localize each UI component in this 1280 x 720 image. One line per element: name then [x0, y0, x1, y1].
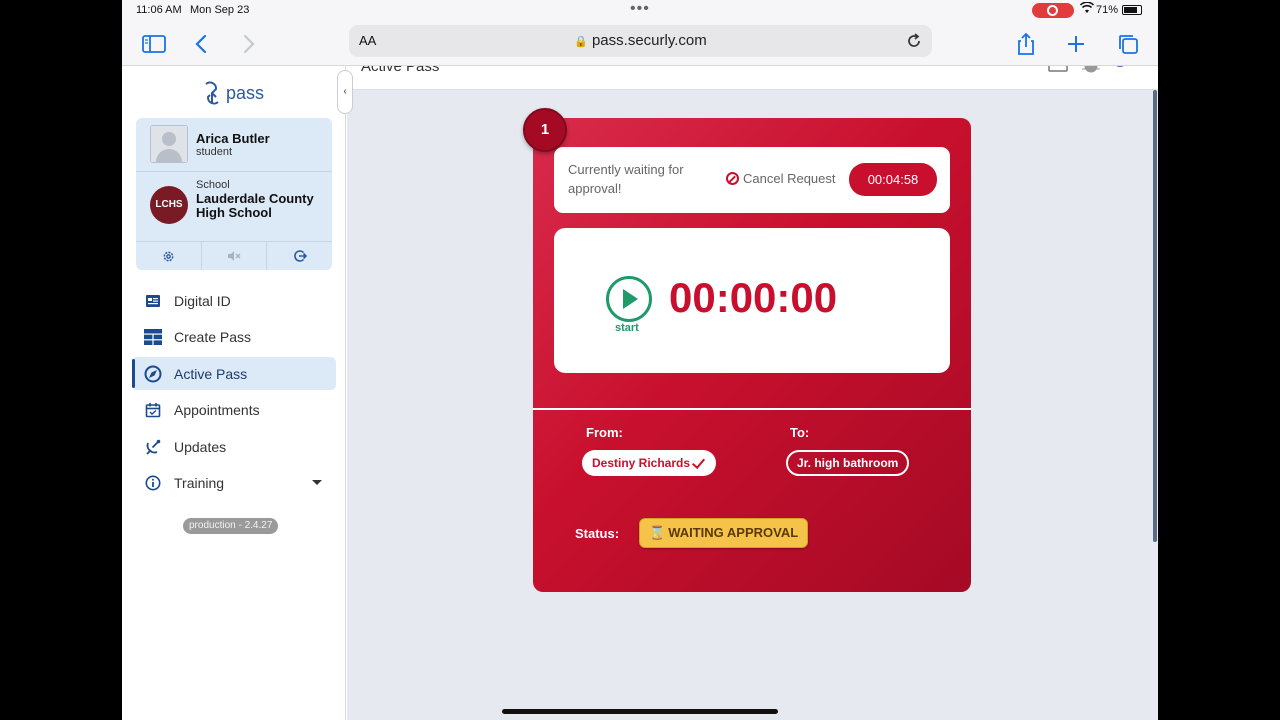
browser-toolbar: AA 🔒 pass.securly.com	[122, 22, 1158, 66]
tabs-overview-icon[interactable]	[1114, 30, 1142, 58]
calendar-icon	[144, 401, 162, 419]
satellite-icon	[144, 438, 162, 456]
ipad-screen: 11:06 AM Mon Sep 23 ••• 71% AA 🔒 pass.sec…	[122, 0, 1158, 720]
wifi-icon	[1079, 1, 1095, 17]
reload-icon[interactable]	[904, 31, 924, 51]
status-value: WAITING APPROVAL	[668, 525, 799, 540]
chevron-down-icon[interactable]	[312, 479, 322, 485]
sidebar-item-label: Appointments	[174, 402, 260, 418]
sidebar-nav: Digital ID Create Pass Active Pass Appoi…	[132, 284, 336, 503]
main-content: Active Pass 1 Currently waiting for appr…	[347, 66, 1158, 720]
active-pass-card: 1 Currently waiting for approval! Cancel…	[523, 108, 971, 592]
waiting-text: Currently waiting for approval!	[568, 162, 684, 196]
help-icon[interactable]	[1113, 66, 1127, 67]
gear-icon	[163, 251, 174, 261]
new-tab-icon[interactable]	[1062, 30, 1090, 58]
grid-icon	[144, 328, 162, 346]
bell-icon[interactable]	[1082, 66, 1100, 73]
forward-icon[interactable]	[234, 30, 262, 58]
sidebar: pass ‹ Arica Butler student LCHS School …	[122, 66, 353, 720]
user-name: Arica Butler	[196, 131, 270, 146]
pass-logo-icon	[205, 81, 219, 105]
checkmark-icon	[691, 454, 706, 469]
card-divider	[533, 408, 971, 410]
url-value: pass.securly.com	[591, 32, 707, 49]
pass-logo[interactable]: pass	[202, 80, 264, 106]
battery-percent: 71%	[1096, 4, 1119, 16]
info-icon	[144, 474, 162, 492]
status-time: 11:06 AM	[136, 4, 182, 16]
elapsed-timer: 00:00:00	[669, 274, 838, 321]
mute-icon	[228, 251, 241, 261]
share-icon[interactable]	[1012, 30, 1040, 58]
user-info: Arica Butler student	[136, 118, 332, 172]
profile-actions	[136, 242, 332, 270]
id-card-icon	[144, 292, 162, 310]
start-button[interactable]	[606, 276, 652, 322]
destination-pill: Jr. high bathroom	[786, 450, 910, 476]
sidebar-item-label: Create Pass	[174, 329, 252, 345]
url-text[interactable]: 🔒 pass.securly.com	[349, 32, 932, 49]
user-role: student	[196, 146, 233, 158]
version-badge: production - 2.4.27	[183, 518, 279, 534]
sidebar-item-label: Training	[174, 475, 225, 491]
battery-icon	[1122, 5, 1142, 15]
waiting-box: Currently waiting for approval! Cancel R…	[554, 147, 950, 213]
profile-card: Arica Butler student LCHS School Lauderd…	[136, 118, 332, 270]
hourglass-icon: ⌛	[649, 525, 666, 540]
countdown-timer: 00:04:58	[849, 163, 937, 196]
compass-icon	[144, 365, 162, 383]
school-label: School	[196, 179, 230, 191]
timer-box: start 00:00:00	[554, 228, 950, 373]
sidebar-item-active-pass[interactable]: Active Pass	[132, 357, 336, 390]
school-info: LCHS School Lauderdale County High Schoo…	[136, 172, 332, 242]
sidebar-item-label: Updates	[174, 438, 227, 455]
cancel-request-button[interactable]: Cancel Request	[726, 171, 836, 186]
logout-button[interactable]	[267, 242, 332, 270]
school-name: Lauderdale County High School	[196, 191, 314, 220]
lock-icon: 🔒	[574, 36, 588, 48]
page-header: Active Pass	[347, 66, 1158, 90]
start-label[interactable]: start	[615, 322, 639, 334]
from-teacher-pill: Destiny Richards	[582, 450, 717, 476]
avatar	[150, 125, 188, 163]
school-logo: LCHS	[150, 186, 188, 224]
sidebar-toggle-icon[interactable]	[140, 30, 168, 58]
address-bar[interactable]: AA 🔒 pass.securly.com	[349, 25, 932, 57]
multitask-dots-icon[interactable]: •••	[630, 0, 650, 18]
back-icon[interactable]	[188, 30, 216, 58]
sidebar-item-updates[interactable]: Updates	[132, 430, 336, 463]
sidebar-item-create-pass[interactable]: Create Pass	[132, 321, 336, 354]
sidebar-item-digital-id[interactable]: Digital ID	[132, 284, 336, 317]
sidebar-item-label: Active Pass	[174, 365, 248, 382]
settings-button[interactable]	[136, 242, 202, 270]
mute-button[interactable]	[202, 242, 268, 270]
logo-text: pass	[226, 82, 265, 103]
status-date: Mon Sep 23	[190, 4, 250, 16]
to-label: To:	[790, 425, 810, 440]
sidebar-item-appointments[interactable]: Appointments	[132, 394, 336, 427]
status-bar: 11:06 AM Mon Sep 23 ••• 71%	[122, 0, 1158, 22]
scrollbar[interactable]	[1153, 90, 1157, 542]
sidebar-item-training[interactable]: Training	[132, 467, 336, 500]
pass-count-badge: 1	[523, 108, 567, 152]
id-card-icon[interactable]	[1048, 66, 1068, 72]
ban-icon	[726, 172, 739, 185]
sidebar-item-label: Digital ID	[174, 292, 231, 309]
header-icons	[1048, 66, 1127, 73]
status-label: Status:	[575, 526, 620, 541]
cancel-request-label: Cancel Request	[743, 171, 836, 186]
home-indicator[interactable]	[502, 709, 778, 714]
from-label: From:	[586, 425, 623, 440]
screen-recording-icon[interactable]	[1032, 3, 1074, 18]
page-title: Active Pass	[361, 66, 440, 75]
from-teacher-name: Destiny Richards	[592, 456, 691, 470]
collapse-sidebar-button[interactable]: ‹	[337, 70, 353, 114]
logout-icon	[293, 250, 307, 262]
status-badge: ⌛ WAITING APPROVAL	[639, 518, 809, 548]
